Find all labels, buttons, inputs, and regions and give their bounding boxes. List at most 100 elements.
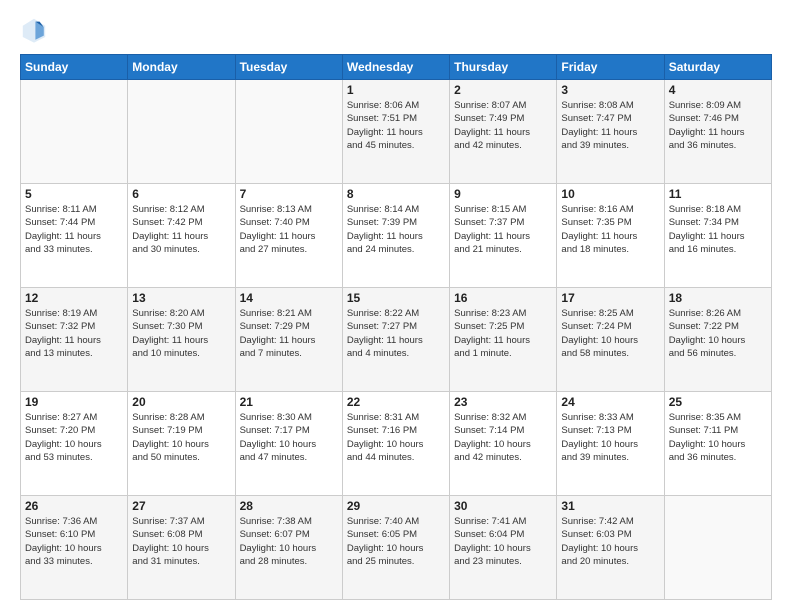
day-number: 31	[561, 499, 659, 513]
calendar-cell: 5 Sunrise: 8:11 AMSunset: 7:44 PMDaylight…	[21, 184, 128, 288]
day-number: 15	[347, 291, 445, 305]
calendar-cell: 14 Sunrise: 8:21 AMSunset: 7:29 PMDayligh…	[235, 288, 342, 392]
calendar-cell: 31 Sunrise: 7:42 AMSunset: 6:03 PMDayligh…	[557, 496, 664, 600]
weekday-header: Thursday	[450, 55, 557, 80]
day-number: 1	[347, 83, 445, 97]
day-number: 6	[132, 187, 230, 201]
day-info: Sunrise: 8:30 AMSunset: 7:17 PMDaylight:…	[240, 411, 338, 464]
day-info: Sunrise: 8:35 AMSunset: 7:11 PMDaylight:…	[669, 411, 767, 464]
day-info: Sunrise: 8:25 AMSunset: 7:24 PMDaylight:…	[561, 307, 659, 360]
day-info: Sunrise: 8:26 AMSunset: 7:22 PMDaylight:…	[669, 307, 767, 360]
day-number: 27	[132, 499, 230, 513]
day-info: Sunrise: 8:23 AMSunset: 7:25 PMDaylight:…	[454, 307, 552, 360]
calendar-week-row: 26Sunrise: 7:36 AMSunset: 6:10 PMDayligh…	[21, 496, 772, 600]
weekday-header: Monday	[128, 55, 235, 80]
day-info: Sunrise: 8:09 AMSunset: 7:46 PMDaylight:…	[669, 99, 767, 152]
day-number: 10	[561, 187, 659, 201]
calendar-cell: 24 Sunrise: 8:33 AMSunset: 7:13 PMDayligh…	[557, 392, 664, 496]
day-number: 5	[25, 187, 123, 201]
day-number: 20	[132, 395, 230, 409]
calendar-cell: 22 Sunrise: 8:31 AMSunset: 7:16 PMDayligh…	[342, 392, 449, 496]
day-info: Sunrise: 7:37 AMSunset: 6:08 PMDaylight:…	[132, 515, 230, 568]
day-info: Sunrise: 8:07 AMSunset: 7:49 PMDaylight:…	[454, 99, 552, 152]
day-info: Sunrise: 8:20 AMSunset: 7:30 PMDaylight:…	[132, 307, 230, 360]
calendar-cell: 8 Sunrise: 8:14 AMSunset: 7:39 PMDaylight…	[342, 184, 449, 288]
calendar-cell: 15 Sunrise: 8:22 AMSunset: 7:27 PMDayligh…	[342, 288, 449, 392]
day-info: Sunrise: 8:22 AMSunset: 7:27 PMDaylight:…	[347, 307, 445, 360]
calendar-cell: 7 Sunrise: 8:13 AMSunset: 7:40 PMDaylight…	[235, 184, 342, 288]
calendar-week-row: 19Sunrise: 8:27 AMSunset: 7:20 PMDayligh…	[21, 392, 772, 496]
calendar-cell: 6Sunrise: 8:12 AMSunset: 7:42 PMDaylight…	[128, 184, 235, 288]
calendar-cell	[664, 496, 771, 600]
calendar-cell: 3 Sunrise: 8:08 AMSunset: 7:47 PMDaylight…	[557, 80, 664, 184]
weekday-header: Tuesday	[235, 55, 342, 80]
day-number: 3	[561, 83, 659, 97]
day-info: Sunrise: 8:16 AMSunset: 7:35 PMDaylight:…	[561, 203, 659, 256]
day-number: 14	[240, 291, 338, 305]
day-info: Sunrise: 7:41 AMSunset: 6:04 PMDaylight:…	[454, 515, 552, 568]
calendar-cell: 26Sunrise: 7:36 AMSunset: 6:10 PMDayligh…	[21, 496, 128, 600]
calendar-header-row: SundayMondayTuesdayWednesdayThursdayFrid…	[21, 55, 772, 80]
calendar-cell: 30 Sunrise: 7:41 AMSunset: 6:04 PMDayligh…	[450, 496, 557, 600]
calendar-week-row: 1Sunrise: 8:06 AMSunset: 7:51 PMDaylight…	[21, 80, 772, 184]
calendar-week-row: 5 Sunrise: 8:11 AMSunset: 7:44 PMDaylight…	[21, 184, 772, 288]
day-info: Sunrise: 8:31 AMSunset: 7:16 PMDaylight:…	[347, 411, 445, 464]
day-number: 24	[561, 395, 659, 409]
calendar: SundayMondayTuesdayWednesdayThursdayFrid…	[20, 54, 772, 600]
day-info: Sunrise: 8:21 AMSunset: 7:29 PMDaylight:…	[240, 307, 338, 360]
day-number: 11	[669, 187, 767, 201]
day-info: Sunrise: 8:19 AMSunset: 7:32 PMDaylight:…	[25, 307, 123, 360]
calendar-cell: 13 Sunrise: 8:20 AMSunset: 7:30 PMDayligh…	[128, 288, 235, 392]
calendar-cell: 9 Sunrise: 8:15 AMSunset: 7:37 PMDaylight…	[450, 184, 557, 288]
day-number: 18	[669, 291, 767, 305]
day-number: 25	[669, 395, 767, 409]
day-number: 4	[669, 83, 767, 97]
weekday-header: Saturday	[664, 55, 771, 80]
weekday-header: Wednesday	[342, 55, 449, 80]
calendar-cell	[235, 80, 342, 184]
day-number: 8	[347, 187, 445, 201]
day-info: Sunrise: 7:40 AMSunset: 6:05 PMDaylight:…	[347, 515, 445, 568]
calendar-cell: 16 Sunrise: 8:23 AMSunset: 7:25 PMDayligh…	[450, 288, 557, 392]
calendar-cell: 27 Sunrise: 7:37 AMSunset: 6:08 PMDayligh…	[128, 496, 235, 600]
day-number: 29	[347, 499, 445, 513]
day-info: Sunrise: 8:11 AMSunset: 7:44 PMDaylight:…	[25, 203, 123, 256]
day-number: 26	[25, 499, 123, 513]
day-number: 21	[240, 395, 338, 409]
calendar-cell: 4 Sunrise: 8:09 AMSunset: 7:46 PMDaylight…	[664, 80, 771, 184]
header	[20, 16, 772, 44]
day-info: Sunrise: 8:08 AMSunset: 7:47 PMDaylight:…	[561, 99, 659, 152]
day-number: 22	[347, 395, 445, 409]
calendar-week-row: 12 Sunrise: 8:19 AMSunset: 7:32 PMDayligh…	[21, 288, 772, 392]
page: SundayMondayTuesdayWednesdayThursdayFrid…	[0, 0, 792, 612]
day-number: 17	[561, 291, 659, 305]
weekday-header: Sunday	[21, 55, 128, 80]
day-number: 9	[454, 187, 552, 201]
calendar-cell: 20 Sunrise: 8:28 AMSunset: 7:19 PMDayligh…	[128, 392, 235, 496]
calendar-cell: 2Sunrise: 8:07 AMSunset: 7:49 PMDaylight…	[450, 80, 557, 184]
day-info: Sunrise: 8:28 AMSunset: 7:19 PMDaylight:…	[132, 411, 230, 464]
calendar-cell: 21 Sunrise: 8:30 AMSunset: 7:17 PMDayligh…	[235, 392, 342, 496]
logo	[20, 16, 52, 44]
calendar-cell: 28Sunrise: 7:38 AMSunset: 6:07 PMDayligh…	[235, 496, 342, 600]
calendar-cell: 10 Sunrise: 8:16 AMSunset: 7:35 PMDayligh…	[557, 184, 664, 288]
day-info: Sunrise: 8:15 AMSunset: 7:37 PMDaylight:…	[454, 203, 552, 256]
calendar-cell	[21, 80, 128, 184]
day-info: Sunrise: 8:32 AMSunset: 7:14 PMDaylight:…	[454, 411, 552, 464]
day-info: Sunrise: 8:14 AMSunset: 7:39 PMDaylight:…	[347, 203, 445, 256]
day-number: 12	[25, 291, 123, 305]
day-number: 23	[454, 395, 552, 409]
day-number: 13	[132, 291, 230, 305]
calendar-cell: 23 Sunrise: 8:32 AMSunset: 7:14 PMDayligh…	[450, 392, 557, 496]
day-number: 30	[454, 499, 552, 513]
day-info: Sunrise: 8:33 AMSunset: 7:13 PMDaylight:…	[561, 411, 659, 464]
calendar-cell: 12 Sunrise: 8:19 AMSunset: 7:32 PMDayligh…	[21, 288, 128, 392]
day-info: Sunrise: 7:38 AMSunset: 6:07 PMDaylight:…	[240, 515, 338, 568]
calendar-cell: 29 Sunrise: 7:40 AMSunset: 6:05 PMDayligh…	[342, 496, 449, 600]
day-number: 16	[454, 291, 552, 305]
weekday-header: Friday	[557, 55, 664, 80]
day-info: Sunrise: 8:13 AMSunset: 7:40 PMDaylight:…	[240, 203, 338, 256]
day-info: Sunrise: 7:42 AMSunset: 6:03 PMDaylight:…	[561, 515, 659, 568]
day-number: 7	[240, 187, 338, 201]
calendar-cell: 25 Sunrise: 8:35 AMSunset: 7:11 PMDayligh…	[664, 392, 771, 496]
